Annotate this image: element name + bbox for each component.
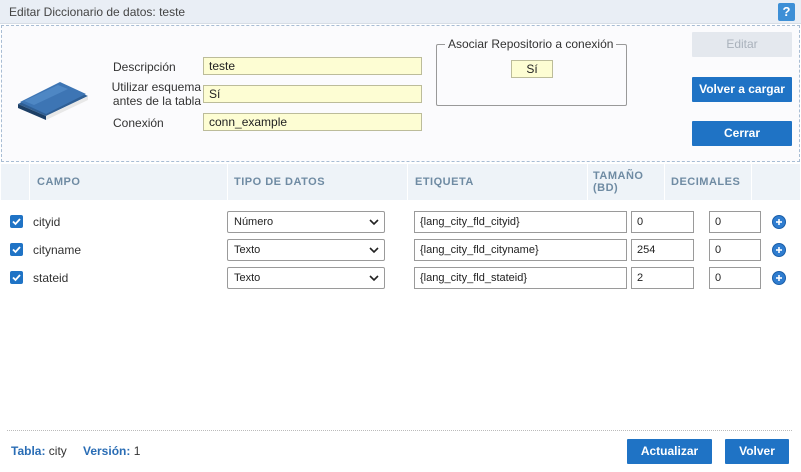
type-select[interactable]: Texto: [227, 239, 385, 261]
label-input[interactable]: {lang_city_fld_cityid}: [414, 211, 627, 233]
close-button[interactable]: Cerrar: [692, 121, 792, 146]
plus-circle-icon[interactable]: [772, 215, 786, 229]
field-name: cityname: [33, 243, 82, 257]
window-titlebar: Editar Diccionario de datos: teste ?: [0, 0, 801, 24]
column-separator: [407, 164, 408, 200]
grid-header: CAMPO TIPO DE DATOS ETIQUETA TAMAÑO (BD)…: [1, 164, 800, 200]
checkbox-checked-icon: [12, 218, 21, 226]
repo-legend: Asociar Repositorio a conexión: [445, 37, 617, 51]
conexion-field[interactable]: conn_example: [203, 113, 422, 131]
size-input[interactable]: 2: [631, 267, 694, 289]
chevron-down-icon: [369, 247, 379, 254]
esquema-field[interactable]: Sí: [203, 85, 422, 103]
repo-fieldset: Asociar Repositorio a conexión Sí: [436, 37, 627, 106]
header-tamano-line1: TAMAÑO: [593, 170, 644, 182]
row-checkbox[interactable]: [10, 271, 23, 284]
esquema-label: Utilizar esquema antes de la tabla: [102, 80, 201, 108]
header-decimales: DECIMALES: [671, 176, 741, 188]
descripcion-field[interactable]: teste: [203, 57, 422, 75]
decimals-input[interactable]: 0: [709, 211, 761, 233]
tabla-value: city: [48, 444, 67, 458]
header-tipo: TIPO DE DATOS: [234, 176, 326, 188]
repo-field[interactable]: Sí: [511, 60, 553, 78]
footer-divider: [7, 430, 792, 431]
chevron-down-icon: [369, 219, 379, 226]
row-checkbox[interactable]: [10, 215, 23, 228]
checkbox-checked-icon: [12, 274, 21, 282]
version-value: 1: [133, 444, 141, 458]
update-button[interactable]: Actualizar: [627, 439, 712, 464]
chevron-down-icon: [369, 275, 379, 282]
header-etiqueta: ETIQUETA: [415, 176, 474, 188]
header-tamano: TAMAÑO (BD): [593, 164, 643, 200]
header-campo: CAMPO: [37, 176, 81, 188]
plus-circle-icon[interactable]: [772, 243, 786, 257]
row-checkbox[interactable]: [10, 243, 23, 256]
header-tamano-line2: (BD): [593, 182, 619, 194]
back-button[interactable]: Volver: [725, 439, 789, 464]
type-select[interactable]: Texto: [227, 267, 385, 289]
properties-panel: Descripción teste Utilizar esquema antes…: [1, 25, 800, 162]
esquema-label-line2: antes de la tabla: [112, 94, 201, 108]
tabla-label: Tabla:: [11, 444, 46, 458]
label-input[interactable]: {lang_city_fld_stateid}: [414, 267, 627, 289]
conexion-label: Conexión: [113, 116, 164, 130]
column-separator: [664, 164, 665, 200]
edit-button[interactable]: Editar: [692, 32, 792, 57]
type-select[interactable]: Número: [227, 211, 385, 233]
column-separator: [587, 164, 588, 200]
size-input[interactable]: 254: [631, 239, 694, 261]
book-icon: [16, 74, 90, 123]
version-label: Versión:: [83, 444, 131, 458]
footer-table-info: Tabla: city: [11, 444, 67, 458]
label-input[interactable]: {lang_city_fld_cityname}: [414, 239, 627, 261]
reload-button[interactable]: Volver a cargar: [692, 77, 792, 102]
type-select-value: Número: [234, 216, 274, 228]
plus-circle-icon[interactable]: [772, 271, 786, 285]
window-title: Editar Diccionario de datos: teste: [9, 5, 186, 19]
field-name: cityid: [33, 215, 61, 229]
checkbox-checked-icon: [12, 246, 21, 254]
esquema-label-line1: Utilizar esquema: [111, 80, 201, 94]
column-separator: [751, 164, 752, 200]
column-separator: [29, 164, 30, 200]
decimals-input[interactable]: 0: [709, 239, 761, 261]
column-separator: [227, 164, 228, 200]
decimals-input[interactable]: 0: [709, 267, 761, 289]
size-input[interactable]: 0: [631, 211, 694, 233]
descripcion-label: Descripción: [113, 60, 176, 74]
type-select-value: Texto: [234, 272, 261, 284]
footer-version-info: Versión: 1: [83, 444, 140, 458]
type-select-value: Texto: [234, 244, 261, 256]
field-name: stateid: [33, 271, 69, 285]
help-button[interactable]: ?: [778, 3, 795, 21]
